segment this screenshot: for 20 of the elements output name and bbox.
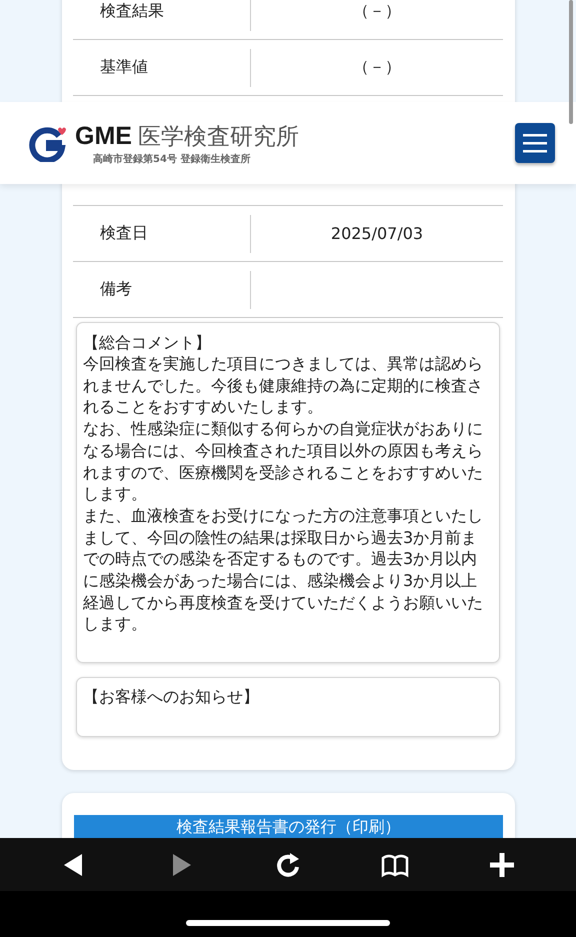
add-button[interactable] (488, 850, 516, 878)
print-report-button[interactable]: 検査結果報告書の発行（印刷） (74, 815, 503, 838)
plus-icon (488, 850, 516, 878)
comment-paragraph: また、血液検査をお受けになった方の注意事項といたしまして、今回の陰性の結果は採取日から過去3か月前までの時点での感染を否定するものです。過去3か月以内に感染機会があった場合には、感染機会より3か月以上経過してから再度検査を受けていただくようお願いいたします。 (83, 504, 484, 636)
comment-paragraph: なお、性感染症に類似する何らかの自覚症状がおありになる場合には、今回検査された項目以外の原因も考えられますので、医療機関を受診されることをおすすめいたします。 (83, 418, 484, 505)
comment-heading: 【総合コメント】 (83, 333, 212, 353)
row-label: 基準値 (99, 57, 149, 78)
row-label: 検査日 (99, 223, 149, 244)
menu-icon (523, 133, 547, 153)
registration-subtitle: 高崎市登録第54号 登録衛生検査所 (93, 152, 252, 166)
menu-button[interactable] (515, 123, 555, 163)
comment-paragraph: 今回検査を実施した項目につきましては、異常は認められませんでした。今後も健康維持の為に定期的に検査されることをおすすめいたします。 (83, 353, 484, 418)
row-value: （－） (353, 1, 401, 22)
row-value: （－） (353, 57, 401, 78)
row-label: 備考 (99, 279, 133, 300)
row-value: 2025/07/03 (330, 224, 424, 243)
brand-name: GME (75, 122, 132, 150)
row-label: 検査結果 (99, 1, 165, 22)
lab-name: 医学検査研究所 (138, 122, 299, 152)
notice-heading: 【お客様へのお知らせ】 (83, 686, 260, 708)
